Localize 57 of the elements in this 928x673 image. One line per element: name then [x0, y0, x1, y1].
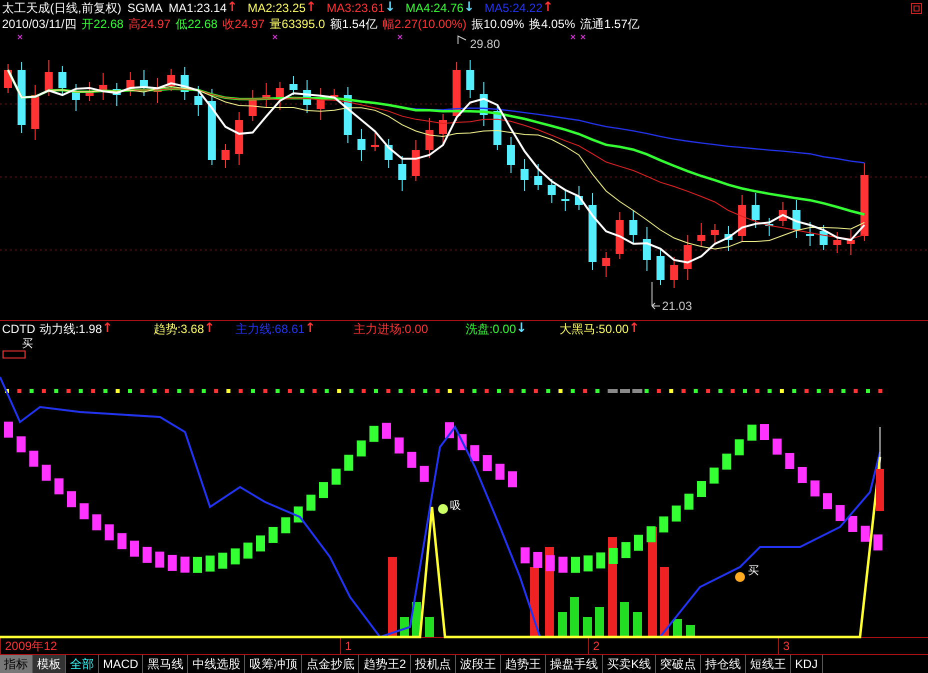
trend-arrow: ↓ — [384, 0, 396, 16]
trend-arrow: ↑ — [542, 0, 554, 16]
moving-average-value: MA3:23.61 — [326, 0, 385, 16]
trend-arrow: ↑ — [306, 0, 317, 16]
signal-mark: 吸 — [450, 500, 461, 512]
quote-value: 额1.54亿 — [330, 16, 378, 32]
indicator-name: SGMA — [127, 0, 163, 16]
moving-average-value: MA5:24.22 — [484, 0, 543, 16]
trend-arrow: ↑ — [204, 321, 215, 337]
indicator-value: 动力线:1.98 — [39, 321, 102, 337]
indicator-name: CDTD — [2, 321, 36, 337]
quote-value: 幅2.27(10.00%) — [382, 16, 466, 32]
moving-average-value: MA1:23.14 — [168, 0, 227, 16]
leader-line — [458, 35, 466, 44]
trend-arrow: ↑ — [304, 321, 316, 337]
cross-marker-icon — [272, 34, 278, 40]
moving-average-value: MA2:23.25 — [248, 0, 306, 16]
leader-line — [652, 282, 660, 310]
indicator-value: 主力线:68.61 — [235, 321, 305, 337]
cross-marker-icon — [18, 34, 22, 40]
signal-dot-icon — [735, 572, 745, 582]
signal-dot-icon — [438, 504, 448, 514]
signal-mark: 买 — [748, 565, 759, 577]
indicator-value: 洗盘:0.00 — [465, 321, 516, 337]
quote-value: 高24.97 — [128, 16, 171, 32]
quote-date: 2010/03/11/四 — [2, 16, 77, 32]
quote-value: 换4.05% — [529, 16, 576, 32]
quote-value: 开22.68 — [82, 16, 124, 32]
quote-value: 流通1.57亿 — [580, 16, 640, 32]
quote-value: 低22.68 — [176, 16, 218, 32]
date-axis-label: 2 — [593, 639, 600, 653]
high-price-label: 29.80 — [470, 36, 500, 52]
quote-value: 量63395.0 — [270, 16, 326, 32]
trend-arrow: ↓ — [516, 321, 527, 337]
cross-marker-icon — [398, 34, 402, 40]
quote-value: 振10.09% — [471, 16, 524, 32]
trend-arrow: ↑ — [628, 321, 640, 337]
quote-value: 收24.97 — [222, 16, 265, 32]
date-axis-label: 3 — [783, 639, 790, 653]
low-price-label: 21.03 — [662, 298, 692, 314]
signal-mark: 买 — [22, 338, 33, 350]
trend-arrow: ↑ — [102, 321, 113, 337]
date-axis-label: 2009年12 — [5, 639, 58, 653]
moving-average-value: MA4:24.76 — [406, 0, 464, 16]
trend-arrow: ↓ — [464, 0, 474, 16]
indicator-tab[interactable]: 模板 — [33, 655, 66, 673]
date-axis-label: 1 — [345, 639, 352, 653]
signal-frame — [2, 350, 26, 358]
indicator-value: 趋势:3.68 — [153, 321, 204, 337]
indicator-tab[interactable]: 指标 — [0, 655, 33, 673]
trend-arrow: ↑ — [226, 0, 238, 16]
cross-marker-icon — [570, 34, 576, 40]
cross-marker-icon — [580, 34, 586, 40]
window-toggle-icon[interactable] — [911, 2, 922, 14]
indicator-value: 主力进场:0.00 — [353, 321, 428, 337]
stock-title: 太工天成(日线,前复权) — [2, 0, 122, 16]
indicator-value: 大黑马:50.00 — [559, 321, 629, 337]
